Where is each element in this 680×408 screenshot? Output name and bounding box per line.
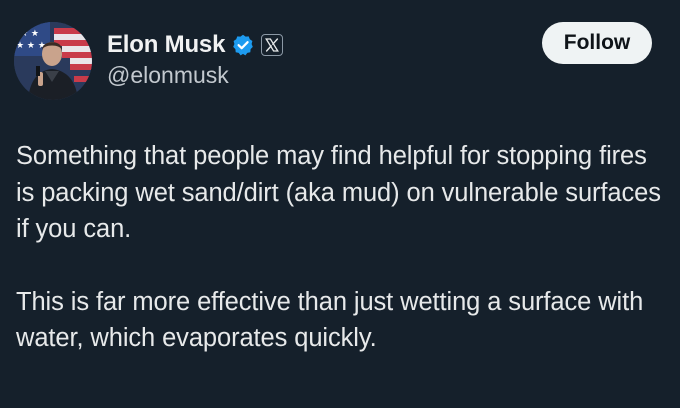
- avatar-image: ★ ★ ★ ★ ★: [14, 22, 92, 100]
- tweet-paragraph-2: This is far more effective than just wet…: [16, 287, 644, 353]
- svg-text:★ ★ ★: ★ ★ ★: [16, 41, 46, 51]
- avatar[interactable]: ★ ★ ★ ★ ★: [14, 22, 92, 100]
- verified-badge-icon: [233, 34, 254, 56]
- tweet-header: ★ ★ ★ ★ ★ Elon Musk @elonmusk Follow: [14, 22, 652, 100]
- x-logo-icon: [261, 34, 284, 56]
- svg-text:★ ★: ★ ★: [20, 29, 39, 39]
- author-display-name[interactable]: Elon Musk: [107, 31, 225, 59]
- tweet-text: Something that people may find helpful f…: [16, 138, 666, 357]
- author-name-row: Elon Musk: [107, 30, 284, 60]
- author-handle[interactable]: @elonmusk: [107, 62, 229, 89]
- tweet-paragraph-1: Something that people may find helpful f…: [16, 142, 661, 243]
- follow-button[interactable]: Follow: [542, 22, 652, 64]
